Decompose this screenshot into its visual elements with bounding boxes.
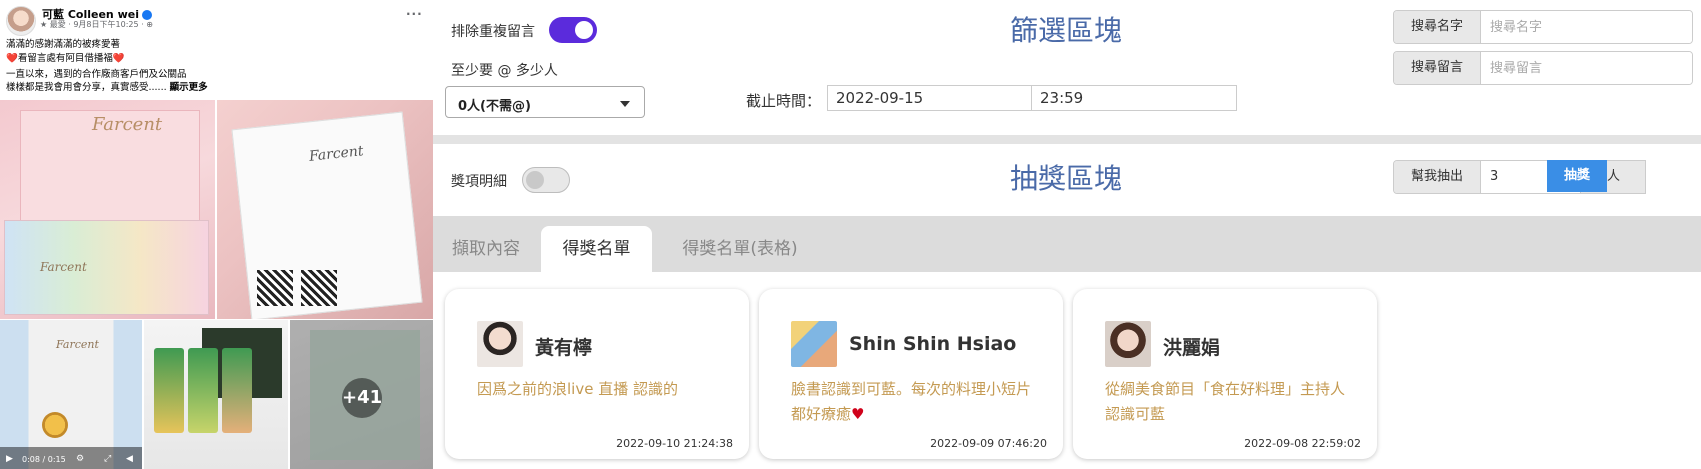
see-more-link[interactable]: 顯示更多 [170,82,208,93]
search-name-input[interactable] [1481,11,1692,43]
winner-name: Shin Shin Hsiao [849,333,1017,355]
post-photo[interactable] [144,320,288,469]
detail-label: 獎項明細 [451,174,507,190]
fullscreen-icon[interactable]: ⤢ [104,454,114,464]
facebook-post: 可藍 Colleen wei ★ 最愛 · 9月8日下午10:25 · ⊕ ··… [0,0,433,469]
result-tabs: 擷取內容 得獎名單 得獎名單(表格) [433,216,1701,272]
draw-section-title: 抽獎區塊 [1010,162,1123,195]
winner-card: 黃有檸 因爲之前的浪live 直播 認識的 2022-09-10 21:24:3… [445,289,749,459]
deadline-label: 截止時間： [746,92,822,110]
tab-winner-list[interactable]: 得獎名單 [541,226,652,272]
post-text-line: 樣樣都是我會用會分享，真實感受...... [6,82,170,93]
draw-prefix-label: 幫我抽出 [1394,161,1481,193]
heart-icon: ♥ [851,405,865,423]
search-comment-input[interactable] [1481,52,1692,84]
product-pack [154,348,184,433]
qr-code-icon [257,270,293,306]
author-avatar[interactable] [6,6,36,36]
post-photo-more[interactable]: +41 [290,320,433,469]
post-meta: ★ 最愛 · 9月8日下午10:25 · ⊕ [40,20,153,29]
mention-select-value: 0人(不需@) [458,99,531,114]
search-name-group: 搜尋名字 [1393,10,1693,44]
winner-card: 洪麗娟 從綢美食節目「食在好料理」主持人認識可藍 2022-09-08 22:5… [1073,289,1377,459]
post-photo[interactable]: Farcent [217,100,433,319]
volume-icon[interactable]: ◀ [126,454,136,464]
tab-fetched-content[interactable]: 擷取內容 [433,226,539,272]
video-thumbnail-face [42,412,68,438]
gift-box [4,220,209,315]
winner-comment: 臉書認識到可藍。每次的料理小短片都好療癒♥ [791,377,1041,427]
winner-date: 2022-09-08 22:59:02 [1244,437,1361,450]
play-icon[interactable]: ▶ [6,454,16,464]
draw-count-group: 幫我抽出 3 人 [1393,160,1646,194]
winner-name: 黃有檸 [535,337,593,359]
post-photo[interactable]: Farcent Farcent [0,100,215,319]
winner-avatar [1105,321,1151,367]
search-name-label: 搜尋名字 [1394,11,1481,43]
video-time: 0:08 / 0:15 [22,455,66,464]
search-comment-group: 搜尋留言 [1393,51,1693,85]
more-options-icon[interactable]: ··· [406,7,423,21]
brand-logo: Farcent [92,114,163,135]
section-divider [433,135,1701,144]
search-comment-label: 搜尋留言 [1394,52,1481,84]
qr-code-icon [301,270,337,306]
winner-comment: 因爲之前的浪live 直播 認識的 [477,380,678,398]
product-pack [222,348,252,433]
winner-name: 洪麗娟 [1163,337,1221,359]
lottery-app: 排除重複留言 篩選區塊 至少要 @ 多少人 0人(不需@) 截止時間： 2022… [433,0,1701,469]
post-text-line: ❤️看留言處有阿目借播福❤️ [6,53,125,64]
winner-card: Shin Shin Hsiao 臉書認識到可藍。每次的料理小短片都好療癒♥ 20… [759,289,1063,459]
mention-select[interactable]: 0人(不需@) [445,86,645,118]
deadline-time-input[interactable]: 23:59 [1031,85,1237,111]
product-pack [188,348,218,433]
winner-date: 2022-09-10 21:24:38 [616,437,733,450]
brand-logo: Farcent [40,260,87,274]
dedupe-label: 排除重複留言 [451,24,535,40]
post-text-line-last: 樣樣都是我會用會分享，真實感受...... 顯示更多 [6,79,208,93]
dedupe-toggle[interactable] [549,17,597,43]
post-video[interactable]: Farcent ▶ 0:08 / 0:15 ⚙ ⤢ ◀ [0,320,142,469]
screen: 可藍 Colleen wei ★ 最愛 · 9月8日下午10:25 · ⊕ ··… [0,0,1701,469]
deadline-date-input[interactable]: 2022-09-15 [827,85,1032,111]
settings-gear-icon[interactable]: ⚙ [76,454,86,464]
detail-toggle[interactable] [522,167,570,193]
more-photos-count[interactable]: +41 [342,378,382,418]
tab-winner-table[interactable]: 得獎名單(表格) [661,226,819,272]
winner-comment: 從綢美食節目「食在好料理」主持人認識可藍 [1105,380,1346,423]
winner-avatar [477,321,523,367]
brand-logo: Farcent [56,338,99,351]
winner-date: 2022-09-09 07:46:20 [930,437,1047,450]
draw-button[interactable]: 抽獎 [1547,160,1607,192]
post-text-line: 一直以來，遇到的合作廠商客戶們及公關品 [6,69,187,80]
mention-label: 至少要 @ 多少人 [451,63,558,79]
winner-avatar [791,321,837,367]
filter-section-title: 篩選區塊 [1010,14,1123,47]
post-text-line: 滿滿的感謝滿滿的被疼愛著 [6,39,121,50]
winner-comment-text: 臉書認識到可藍。每次的料理小短片都好療癒 [791,380,1032,423]
caret-down-icon [620,101,630,107]
